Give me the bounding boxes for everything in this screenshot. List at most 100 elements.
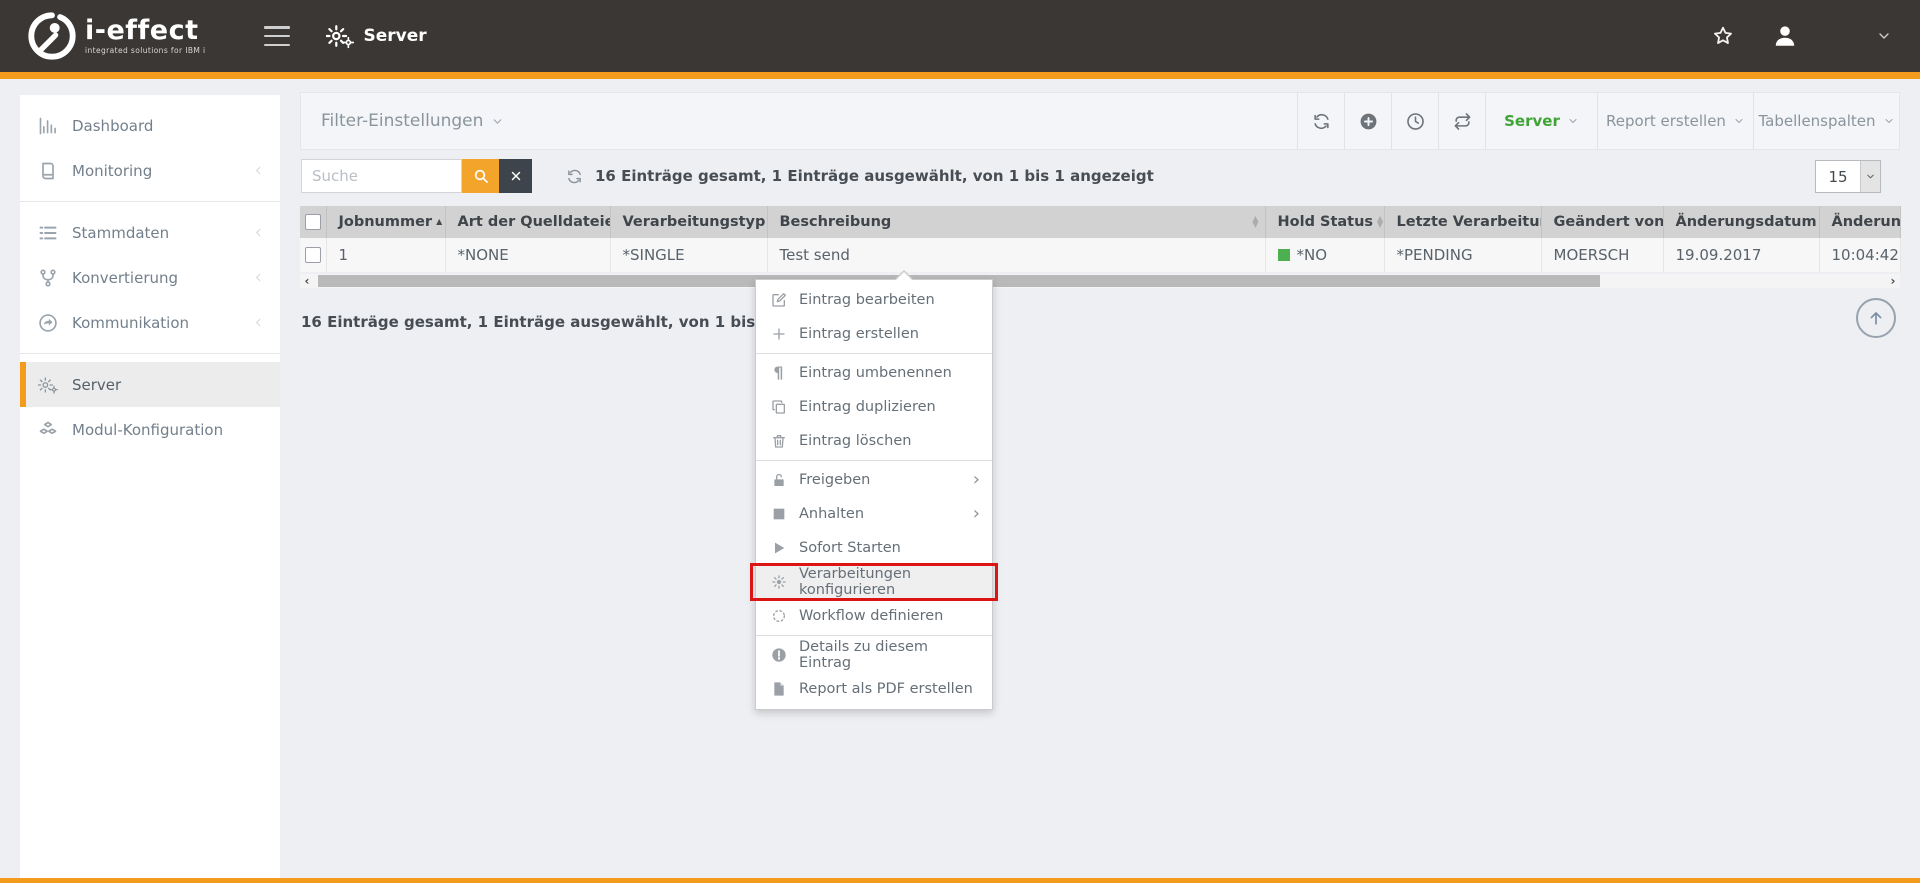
- chevron-down-icon: [1860, 161, 1880, 192]
- server-dropdown[interactable]: Server: [1485, 93, 1597, 149]
- top-header: i-effect integrated solutions for IBM i …: [0, 0, 1920, 72]
- refresh-icon: [1312, 112, 1331, 131]
- menu-item-workflow-definieren[interactable]: Workflow definieren: [756, 599, 992, 633]
- row-context-menu: Eintrag bearbeiten Eintrag erstellen ¶ E…: [755, 279, 993, 710]
- page-title-group: Server: [326, 23, 427, 49]
- column-header-hold-status[interactable]: Hold Status▲▼: [1265, 206, 1384, 238]
- user-profile-icon[interactable]: [1772, 23, 1798, 49]
- cell-hold-status: *NO: [1265, 238, 1384, 272]
- scrollbar-track[interactable]: [314, 275, 1886, 287]
- accent-bar-top: [0, 72, 1920, 79]
- list-icon: [38, 223, 58, 243]
- refresh-button[interactable]: [1297, 93, 1344, 149]
- filter-toolbar: Filter-Einstellungen Server Report erste…: [300, 92, 1900, 150]
- column-header-aenderungsdatum[interactable]: Änderungsdatum▲▼: [1663, 206, 1819, 238]
- cell-geaendert-von: MOERSCH: [1541, 238, 1663, 272]
- report-dropdown[interactable]: Report erstellen: [1597, 93, 1753, 149]
- header-chevron-down-icon[interactable]: [1876, 28, 1892, 44]
- select-all-checkbox[interactable]: [305, 214, 321, 230]
- edit-icon: [770, 292, 787, 309]
- sort-icon[interactable]: ▲▼: [1377, 216, 1383, 229]
- scroll-to-top-button[interactable]: [1856, 298, 1896, 338]
- menu-item-freigeben[interactable]: Freigeben ›: [756, 463, 992, 497]
- sidebar-item-stammdaten[interactable]: Stammdaten: [20, 210, 280, 255]
- search-input[interactable]: [301, 159, 462, 193]
- column-header-geaendert-von[interactable]: Geändert von▲▼: [1541, 206, 1663, 238]
- chevron-down-icon: [1567, 115, 1579, 127]
- plus-circle-icon: [1359, 112, 1378, 131]
- copy-icon: [770, 399, 787, 416]
- column-header-verarbeitungstyp[interactable]: Verarbeitungstyp▲▼: [610, 206, 767, 238]
- server-dropdown-label: Server: [1504, 112, 1560, 130]
- row-checkbox[interactable]: [305, 247, 321, 263]
- filter-settings-dropdown[interactable]: Filter-Einstellungen: [301, 93, 504, 149]
- menu-item-eintrag-umbenennen[interactable]: ¶ Eintrag umbenennen: [756, 356, 992, 390]
- column-header-quelldateien[interactable]: Art der Quelldateien▲▼: [445, 206, 610, 238]
- cell-aenderungsdatum: 19.09.2017: [1663, 238, 1819, 272]
- pilcrow-icon: ¶: [770, 365, 787, 382]
- refresh-icon[interactable]: [566, 168, 583, 185]
- result-summary-text: 16 Einträge gesamt, 1 Einträge ausgewähl…: [595, 167, 1154, 185]
- menu-item-eintrag-erstellen[interactable]: Eintrag erstellen: [756, 317, 992, 351]
- sidebar-item-kommunikation[interactable]: Kommunikation: [20, 300, 280, 345]
- sidebar-item-server[interactable]: Server: [20, 362, 280, 407]
- stop-icon: [770, 506, 787, 523]
- plus-icon: [770, 326, 787, 343]
- search-icon: [473, 168, 489, 184]
- report-dropdown-label: Report erstellen: [1606, 112, 1726, 130]
- add-entry-button[interactable]: [1344, 93, 1391, 149]
- hamburger-menu-icon[interactable]: [264, 26, 290, 46]
- clock-icon: [1406, 112, 1425, 131]
- cell-quelldateien: *NONE: [445, 238, 610, 272]
- column-header-aenderungszeit[interactable]: Änderungszeit: [1819, 206, 1900, 238]
- menu-divider: [756, 460, 992, 461]
- sidebar-divider: [20, 201, 280, 202]
- table-columns-dropdown-label: Tabellenspalten: [1758, 112, 1875, 130]
- horizontal-scrollbar[interactable]: ‹ ›: [300, 274, 1900, 288]
- sidebar-item-konvertierung[interactable]: Konvertierung: [20, 255, 280, 300]
- sidebar-item-dashboard[interactable]: Dashboard: [20, 103, 280, 148]
- sidebar: Dashboard Monitoring Stammdaten Konverti…: [20, 95, 280, 878]
- scroll-left-arrow[interactable]: ‹: [300, 274, 314, 288]
- search-button[interactable]: [462, 159, 499, 193]
- code-fork-icon: [38, 268, 58, 288]
- column-header-letzte-verarbeitung[interactable]: Letzte Verarbeitung▲▼: [1384, 206, 1541, 238]
- sort-asc-icon[interactable]: ▲: [436, 219, 442, 226]
- chevron-down-icon: [491, 115, 504, 128]
- column-header-jobnummer[interactable]: Jobnummer▲: [326, 206, 445, 238]
- menu-item-eintrag-duplizieren[interactable]: Eintrag duplizieren: [756, 390, 992, 424]
- sort-icon[interactable]: ▲▼: [1252, 216, 1258, 229]
- page-title: Server: [364, 26, 427, 46]
- sidebar-item-monitoring[interactable]: Monitoring: [20, 148, 280, 193]
- menu-item-eintrag-bearbeiten[interactable]: Eintrag bearbeiten: [756, 283, 992, 317]
- menu-item-anhalten[interactable]: Anhalten ›: [756, 497, 992, 531]
- menu-item-sofort-starten[interactable]: Sofort Starten: [756, 531, 992, 565]
- menu-item-report-als-pdf-erstellen[interactable]: Report als PDF erstellen: [756, 672, 992, 706]
- sidebar-item-label: Konvertierung: [72, 269, 178, 287]
- app-logo[interactable]: i-effect integrated solutions for IBM i: [25, 9, 206, 63]
- favorite-star-icon[interactable]: [1712, 25, 1734, 47]
- page-size-select[interactable]: 15: [1815, 160, 1881, 193]
- menu-item-verarbeitungen-konfigurieren[interactable]: Verarbeitungen konfigurieren: [756, 565, 992, 599]
- sidebar-item-modul-konfiguration[interactable]: Modul-Konfiguration: [20, 407, 280, 452]
- unlock-icon: [770, 472, 787, 489]
- logo-text: i-effect: [85, 18, 206, 44]
- history-button[interactable]: [1391, 93, 1438, 149]
- info-circle-icon: [770, 647, 787, 664]
- share-arrow-icon: [38, 313, 58, 333]
- table-header-row: Jobnummer▲ Art der Quelldateien▲▼ Verarb…: [300, 206, 1900, 238]
- sidebar-item-label: Kommunikation: [72, 314, 189, 332]
- logo-swoosh-icon: [25, 9, 79, 63]
- filter-settings-label: Filter-Einstellungen: [321, 111, 483, 131]
- sidebar-item-label: Dashboard: [72, 117, 153, 135]
- book-icon: [38, 161, 58, 181]
- menu-item-details-zu-diesem-eintrag[interactable]: Details zu diesem Eintrag: [756, 638, 992, 672]
- menu-item-eintrag-loeschen[interactable]: Eintrag löschen: [756, 424, 992, 458]
- column-header-beschreibung[interactable]: Beschreibung▲▼: [767, 206, 1265, 238]
- scroll-right-arrow[interactable]: ›: [1886, 274, 1900, 288]
- clear-search-button[interactable]: [499, 159, 532, 193]
- table-row[interactable]: 1 *NONE *SINGLE Test send *NO *PENDING M…: [300, 238, 1900, 272]
- chevron-left-icon: [253, 227, 264, 238]
- table-columns-dropdown[interactable]: Tabellenspalten: [1753, 93, 1899, 149]
- reload-table-button[interactable]: [1438, 93, 1485, 149]
